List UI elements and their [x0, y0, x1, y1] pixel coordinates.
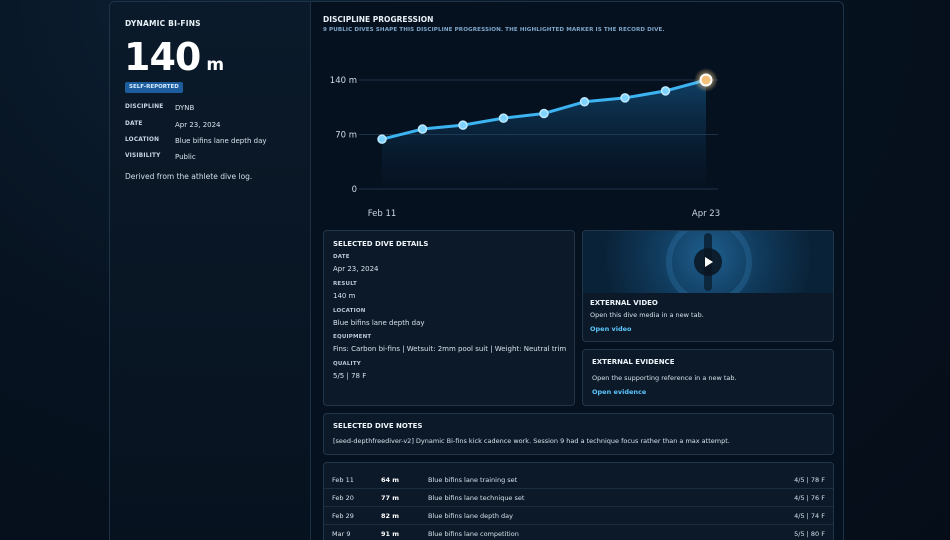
- evidence-title: EXTERNAL EVIDENCE: [592, 358, 675, 366]
- y-tick-label: 140 m: [330, 76, 357, 86]
- dive-detail-panel: DYNAMIC BI-FINS 140 m SELF-REPORTED DISC…: [109, 1, 844, 540]
- derived-note: Derived from the athlete dive log.: [125, 172, 253, 181]
- row-location: Blue bifins lane training set: [428, 476, 518, 484]
- row-quality: 4/5 | 78 F: [794, 476, 825, 484]
- field-label-result: RESULT: [333, 281, 357, 287]
- meta-key: VISIBILITY: [125, 153, 161, 159]
- meta-value: Blue bifins lane depth day: [175, 137, 267, 145]
- field-value-equipment: Fins: Carbon bi-fins | Wetsuit: 2mm pool…: [333, 345, 567, 353]
- dive-point[interactable]: [417, 124, 428, 134]
- meta-key: DISCIPLINE: [125, 104, 164, 110]
- discipline-title: DYNAMIC BI-FINS: [125, 19, 201, 28]
- result-value: 140: [124, 35, 201, 79]
- record-dive-marker[interactable]: [699, 73, 713, 87]
- meta-value: Apr 23, 2024: [175, 121, 221, 129]
- video-title: EXTERNAL VIDEO: [590, 299, 658, 307]
- table-row[interactable]: Mar 9 91 m Blue bifins lane competition …: [324, 525, 833, 540]
- dive-point[interactable]: [498, 113, 509, 123]
- row-date: Feb 11: [332, 476, 354, 484]
- meta-value: DYNB: [175, 104, 195, 112]
- open-evidence-link[interactable]: Open evidence: [592, 388, 646, 396]
- progression-chart: 0 70 m 140 m Feb 11 Apr 23: [330, 68, 720, 219]
- row-quality: 4/5 | 76 F: [794, 494, 825, 502]
- progression-subtitle: 9 PUBLIC DIVES SHAPE THIS DISCIPLINE PRO…: [323, 27, 665, 33]
- field-label-quality: QUALITY: [333, 361, 361, 367]
- dive-point[interactable]: [660, 86, 671, 96]
- selected-dive-card: SELECTED DIVE DETAILS DATE Apr 23, 2024 …: [323, 230, 575, 406]
- y-tick-label: 70 m: [335, 131, 357, 141]
- status-badge: SELF-REPORTED: [125, 82, 183, 93]
- row-result: 91 m: [381, 530, 400, 538]
- row-result: 64 m: [381, 476, 400, 484]
- dive-point[interactable]: [579, 97, 590, 107]
- field-value-location: Blue bifins lane depth day: [333, 319, 425, 327]
- table-row[interactable]: Feb 11 64 m Blue bifins lane training se…: [324, 471, 833, 489]
- dive-point[interactable]: [377, 134, 387, 144]
- progression-title: DISCIPLINE PROGRESSION: [323, 15, 434, 24]
- field-label-date: DATE: [333, 254, 350, 260]
- y-tick-label: 0: [352, 185, 357, 195]
- external-video-card[interactable]: EXTERNAL VIDEO Open this dive media in a…: [582, 230, 834, 342]
- field-value-quality: 5/5 | 78 F: [333, 372, 367, 380]
- dive-log-table: Feb 11 64 m Blue bifins lane training se…: [323, 462, 834, 540]
- row-result: 82 m: [381, 512, 400, 520]
- dive-notes-card: SELECTED DIVE NOTES [seed-depthfreediver…: [323, 413, 834, 455]
- field-value-date: Apr 23, 2024: [333, 265, 379, 273]
- row-date: Feb 29: [332, 512, 354, 520]
- x-tick-label: Apr 23: [692, 209, 720, 219]
- selected-dive-title: SELECTED DIVE DETAILS: [333, 240, 429, 248]
- dive-point[interactable]: [539, 108, 549, 119]
- row-date: Feb 20: [332, 494, 354, 502]
- evidence-desc: Open the supporting reference in a new t…: [592, 374, 737, 382]
- table-row[interactable]: Feb 20 77 m Blue bifins lane technique s…: [324, 489, 833, 507]
- dive-point[interactable]: [458, 120, 468, 130]
- external-evidence-card: EXTERNAL EVIDENCE Open the supporting re…: [582, 349, 834, 406]
- dive-point[interactable]: [620, 93, 630, 103]
- summary-sidebar: DYNAMIC BI-FINS 140 m SELF-REPORTED DISC…: [110, 2, 311, 540]
- meta-key: DATE: [125, 121, 143, 127]
- field-value-result: 140 m: [333, 292, 356, 300]
- row-location: Blue bifins lane competition: [428, 530, 519, 538]
- row-date: Mar 9: [332, 530, 351, 538]
- row-result: 77 m: [381, 494, 400, 502]
- notes-text: [seed-depthfreediver-v2] Dynamic Bi-fins…: [333, 437, 730, 445]
- row-location: Blue bifins lane technique set: [428, 494, 525, 502]
- video-desc: Open this dive media in a new tab.: [590, 311, 704, 319]
- chart-area: [382, 80, 706, 189]
- main-content: DISCIPLINE PROGRESSION 9 PUBLIC DIVES SH…: [311, 2, 843, 540]
- open-video-link[interactable]: Open video: [590, 325, 631, 333]
- result-unit: m: [206, 55, 225, 75]
- field-label-equipment: EQUIPMENT: [333, 334, 372, 340]
- field-label-location: LOCATION: [333, 308, 366, 314]
- row-location: Blue bifins lane depth day: [428, 512, 513, 520]
- row-quality: 5/5 | 80 F: [794, 530, 825, 538]
- play-icon[interactable]: [694, 248, 722, 276]
- table-row[interactable]: Feb 29 82 m Blue bifins lane depth day 4…: [324, 507, 833, 525]
- row-quality: 4/5 | 74 F: [794, 512, 825, 520]
- video-thumbnail[interactable]: [583, 231, 833, 293]
- notes-title: SELECTED DIVE NOTES: [333, 422, 423, 430]
- x-tick-label: Feb 11: [368, 209, 397, 219]
- result-display: 140 m: [124, 35, 224, 79]
- meta-value: Public: [175, 153, 196, 161]
- meta-key: LOCATION: [125, 137, 160, 143]
